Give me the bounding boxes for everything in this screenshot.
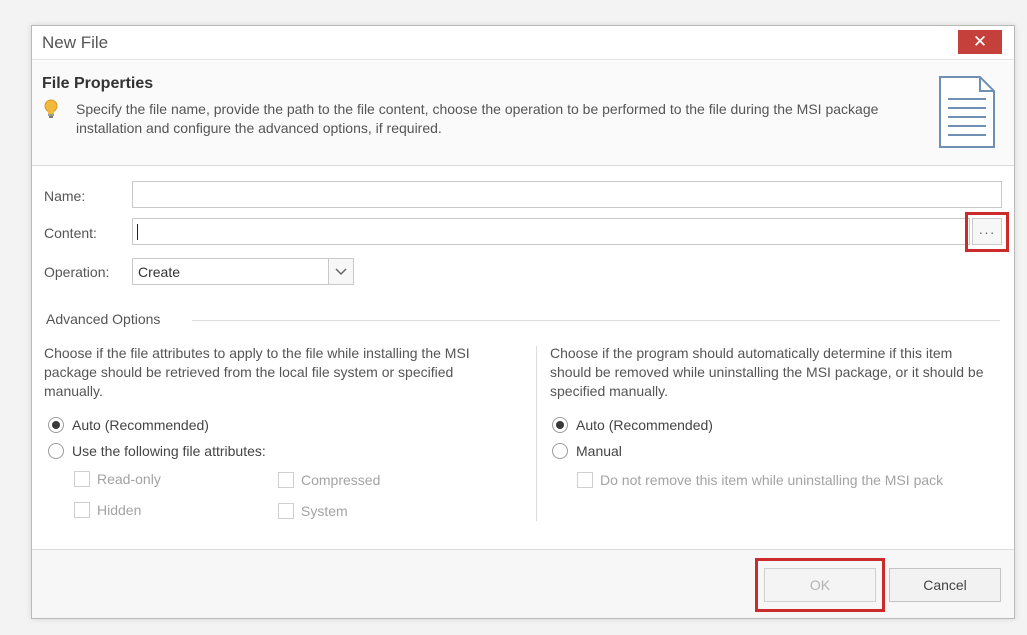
read-only-label: Read-only	[97, 471, 161, 487]
operation-label: Operation:	[44, 264, 110, 280]
browse-button[interactable]: ···	[972, 218, 1002, 245]
removal-description: Choose if the program should automatical…	[550, 345, 984, 399]
title-bar: New File ✕	[32, 26, 1014, 60]
ok-button[interactable]: OK	[764, 568, 876, 602]
content-label: Content:	[44, 225, 97, 241]
operation-select-value: Create	[138, 264, 181, 280]
removal-manual-label: Manual	[576, 443, 622, 459]
system-label: System	[301, 503, 348, 519]
checkbox-icon	[278, 503, 294, 519]
compressed-label: Compressed	[301, 472, 381, 488]
name-input[interactable]	[132, 181, 1002, 208]
attributes-manual-label: Use the following file attributes:	[72, 443, 266, 459]
read-only-checkbox[interactable]: Read-only	[74, 471, 161, 487]
new-file-dialog: New File ✕ File Properties Specify the f…	[31, 25, 1015, 619]
do-not-remove-checkbox[interactable]: Do not remove this item while uninstalli…	[577, 472, 943, 488]
chevron-down-icon	[328, 259, 353, 284]
radio-unchecked-icon	[48, 443, 64, 459]
radio-checked-icon	[48, 417, 64, 433]
header-description: Specify the file name, provide the path …	[76, 101, 879, 136]
system-checkbox[interactable]: System	[278, 503, 348, 519]
close-icon: ✕	[972, 32, 988, 51]
hidden-label: Hidden	[97, 502, 142, 518]
compressed-checkbox[interactable]: Compressed	[278, 472, 380, 488]
group-separator	[192, 320, 1000, 321]
window-title: New File	[42, 33, 109, 52]
content-input[interactable]	[132, 218, 970, 245]
attributes-auto-radio[interactable]: Auto (Recommended)	[48, 417, 209, 433]
file-attributes-description: Choose if the file attributes to apply t…	[44, 345, 470, 399]
name-label: Name:	[44, 188, 86, 204]
checkbox-icon	[74, 502, 90, 518]
advanced-options-title: Advanced Options	[46, 311, 167, 327]
removal-auto-radio[interactable]: Auto (Recommended)	[552, 417, 713, 433]
cancel-button[interactable]: Cancel	[889, 568, 1001, 602]
do-not-remove-label: Do not remove this item while uninstalli…	[600, 472, 944, 488]
checkbox-icon	[577, 472, 593, 488]
checkbox-icon	[278, 472, 294, 488]
close-button[interactable]: ✕	[958, 30, 1002, 54]
lightbulb-icon	[44, 99, 58, 118]
text-caret	[137, 224, 138, 240]
removal-auto-label: Auto (Recommended)	[576, 417, 713, 433]
radio-checked-icon	[552, 417, 568, 433]
hidden-checkbox[interactable]: Hidden	[74, 502, 141, 518]
header-title: File Properties	[42, 75, 154, 92]
radio-unchecked-icon	[552, 443, 568, 459]
checkbox-icon	[74, 471, 90, 487]
attributes-manual-radio[interactable]: Use the following file attributes:	[48, 443, 266, 459]
document-icon	[939, 76, 995, 148]
attributes-auto-label: Auto (Recommended)	[72, 417, 209, 433]
dialog-footer: OK Cancel	[32, 549, 1014, 618]
ellipsis-icon: ···	[978, 223, 996, 240]
header-panel: File Properties Specify the file name, p…	[32, 61, 1014, 166]
removal-manual-radio[interactable]: Manual	[552, 443, 622, 459]
column-divider	[536, 346, 537, 521]
operation-select[interactable]: Create	[132, 258, 354, 285]
